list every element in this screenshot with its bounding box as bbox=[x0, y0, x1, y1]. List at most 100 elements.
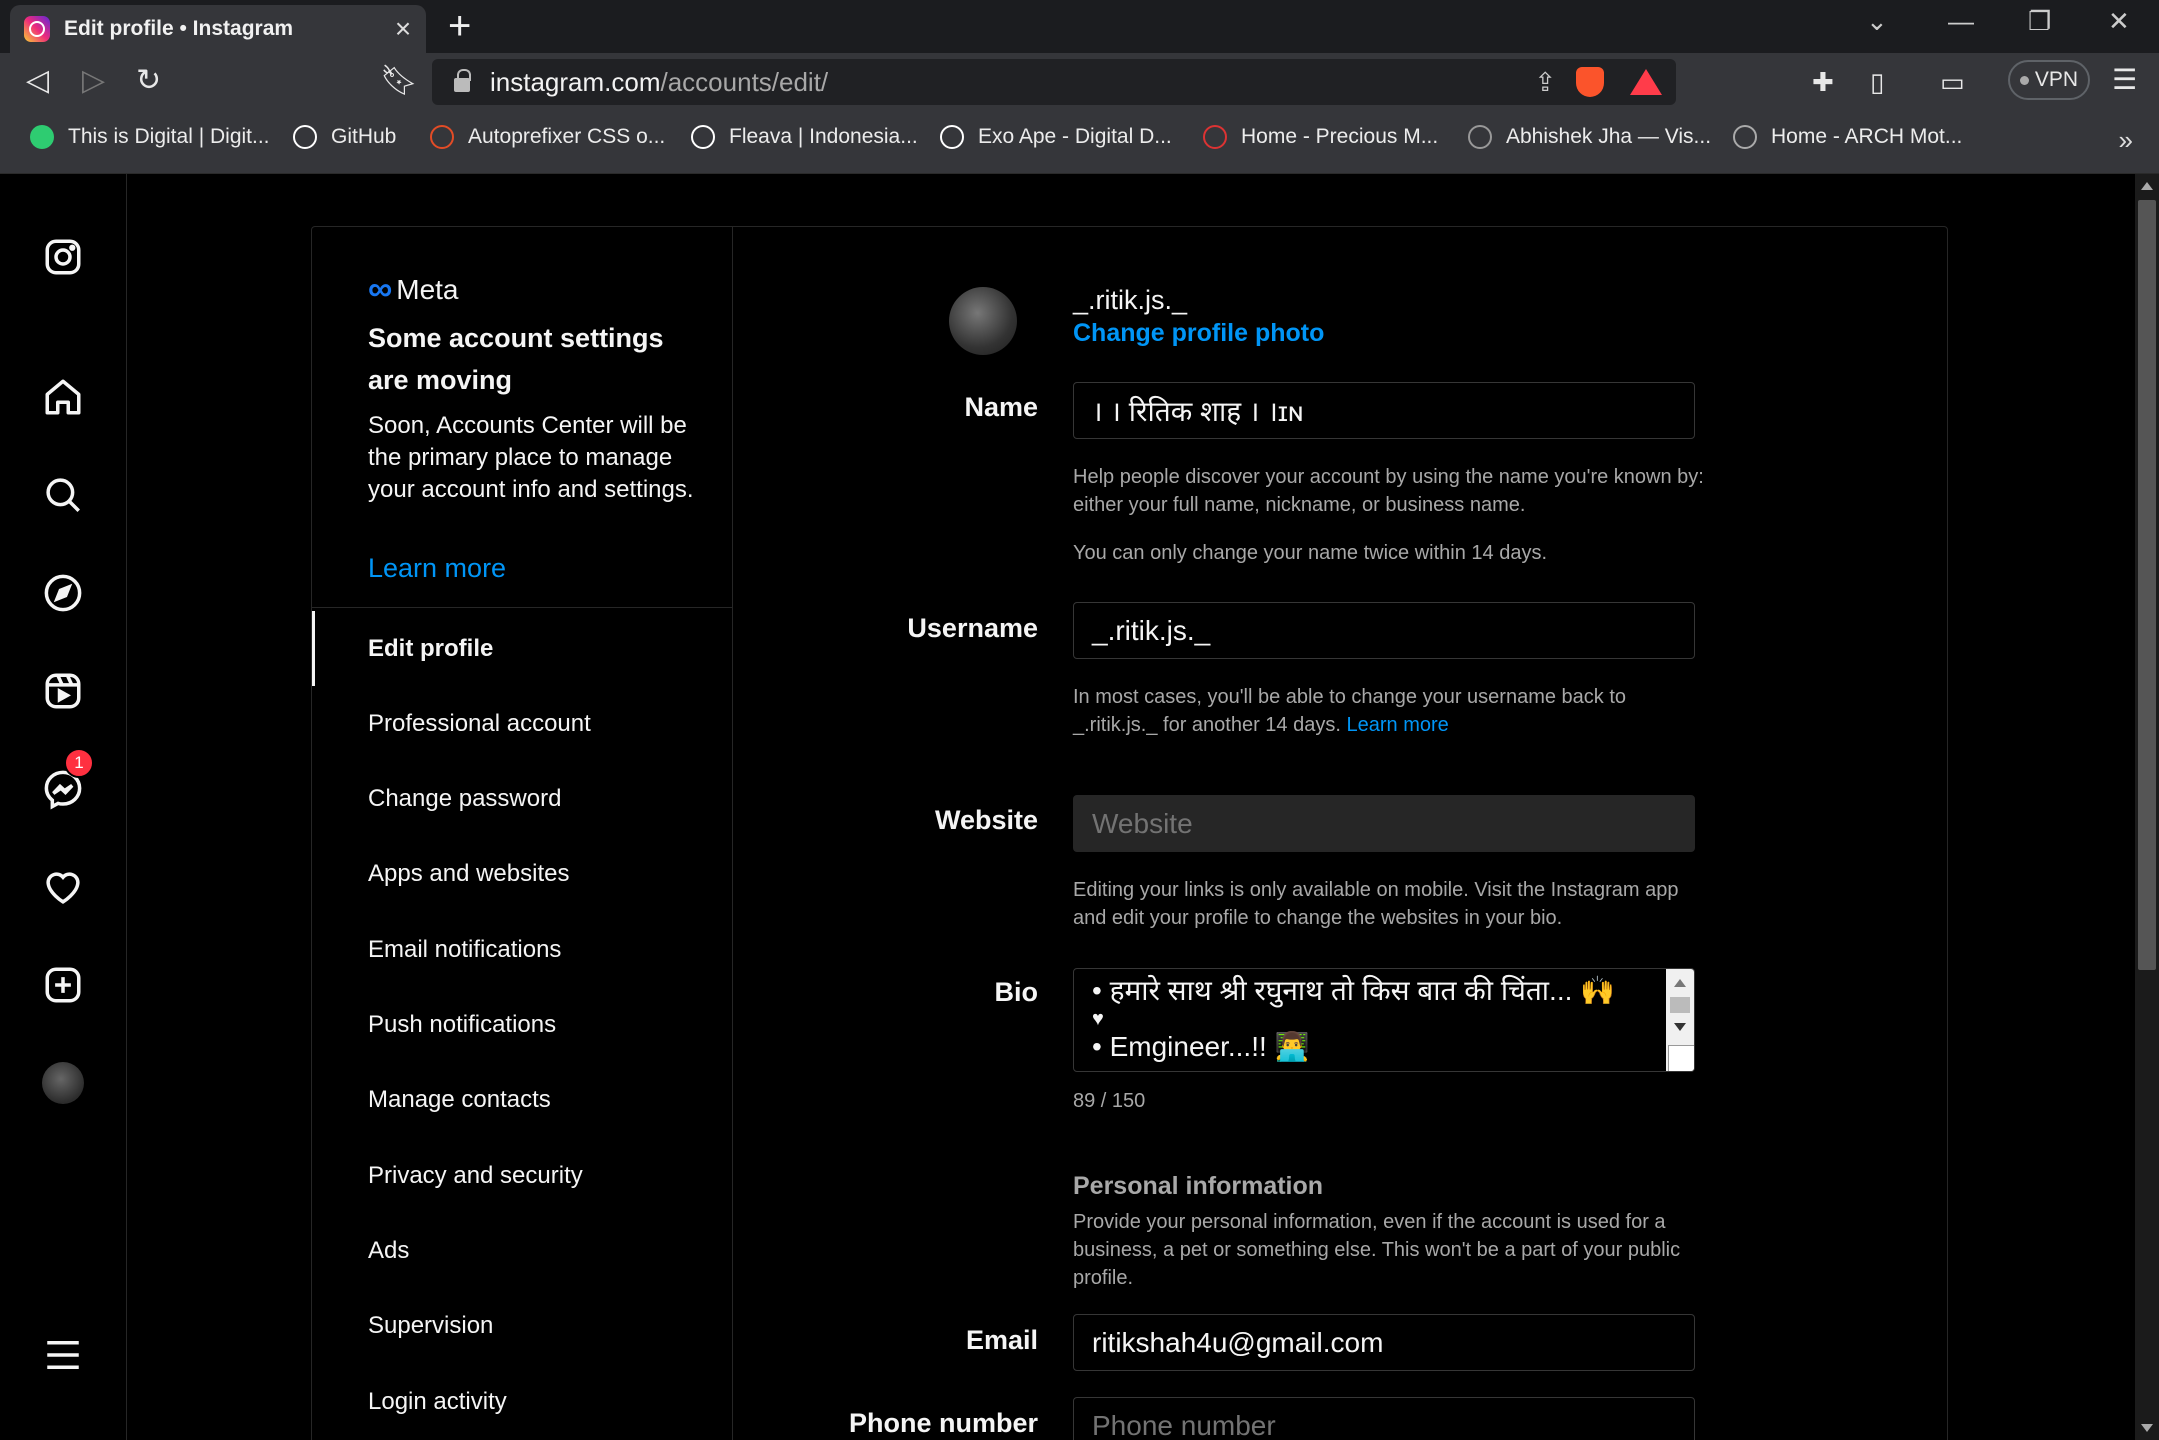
bookmark-icon[interactable]: 🔖︎ bbox=[380, 63, 418, 98]
username-learn-more-link[interactable]: Learn more bbox=[1346, 714, 1448, 736]
settings-card: ∞ Meta Some account settings are moving … bbox=[311, 226, 1948, 1440]
scroll-down-arrow-icon[interactable] bbox=[1674, 1023, 1686, 1031]
sidebar-item-privacy-and-security[interactable]: Privacy and security bbox=[312, 1138, 732, 1213]
instagram-logo-icon[interactable] bbox=[40, 234, 86, 280]
forward-icon[interactable]: ▷ bbox=[82, 63, 105, 98]
sidebar-divider bbox=[312, 607, 732, 608]
window-close-icon[interactable]: ✕ bbox=[2108, 6, 2130, 37]
instagram-favicon-icon bbox=[24, 16, 50, 42]
name-help-text: Help people discover your account by usi… bbox=[1073, 466, 1704, 516]
notifications-heart-icon[interactable] bbox=[40, 864, 86, 910]
page-scroll-thumb[interactable] bbox=[2138, 200, 2156, 970]
bookmark-label: Autoprefixer CSS o... bbox=[468, 125, 666, 148]
bookmark-item[interactable]: Home - Precious M... bbox=[1203, 125, 1438, 149]
personal-information-title: Personal information bbox=[1073, 1172, 1324, 1200]
messenger-icon[interactable]: 1 bbox=[40, 748, 94, 812]
fleava-icon bbox=[691, 125, 715, 149]
reels-icon[interactable] bbox=[40, 668, 86, 714]
search-icon[interactable] bbox=[40, 472, 86, 518]
more-menu-icon[interactable] bbox=[40, 1332, 86, 1378]
personal-information-help: Provide your personal information, even … bbox=[1073, 1211, 1681, 1289]
back-icon[interactable]: ◁ bbox=[26, 63, 49, 98]
scroll-up-arrow-icon[interactable] bbox=[1674, 979, 1686, 987]
bookmark-label: Home - ARCH Mot... bbox=[1771, 125, 1963, 148]
instagram-nav-rail: 1 bbox=[0, 174, 127, 1440]
accounts-center-learn-more-link[interactable]: Learn more bbox=[368, 553, 506, 584]
messages-badge: 1 bbox=[64, 748, 94, 778]
phone-field[interactable] bbox=[1073, 1397, 1695, 1440]
profile-avatar[interactable] bbox=[42, 1062, 84, 1104]
sidebar-item-edit-profile[interactable]: Edit profile bbox=[312, 611, 732, 686]
email-field[interactable]: ritikshah4u@gmail.com bbox=[1073, 1314, 1695, 1371]
meta-infinity-icon: ∞ bbox=[368, 270, 393, 308]
name-label: Name bbox=[964, 392, 1038, 422]
bookmark-item[interactable]: Home - ARCH Mot... bbox=[1733, 125, 1962, 149]
website-label: Website bbox=[934, 805, 1038, 835]
sidebar-item-manage-contacts[interactable]: Manage contacts bbox=[312, 1063, 732, 1138]
home-icon[interactable] bbox=[40, 374, 86, 420]
precious-icon bbox=[1203, 125, 1227, 149]
vpn-status-dot-icon bbox=[2019, 75, 2029, 85]
bookmark-item[interactable]: This is Digital | Digit... bbox=[30, 125, 270, 149]
browser-menu-icon[interactable]: ☰ bbox=[2112, 63, 2137, 96]
sidebar-item-ads[interactable]: Ads bbox=[312, 1213, 732, 1288]
sidebar-toggle-icon[interactable]: ▯ bbox=[1870, 67, 1884, 98]
page-scrollbar[interactable] bbox=[2135, 174, 2159, 1440]
reload-icon[interactable]: ↻ bbox=[136, 63, 161, 98]
bookmarks-bar: This is Digital | Digit... GitHub Autopref… bbox=[0, 111, 2159, 174]
profile-photo[interactable] bbox=[949, 287, 1017, 355]
bookmark-item[interactable]: Exo Ape - Digital D... bbox=[940, 125, 1172, 149]
sidebar-item-change-password[interactable]: Change password bbox=[312, 762, 732, 837]
tab-search-chevron-icon[interactable]: ⌄ bbox=[1866, 6, 1888, 37]
website-help-text: Editing your links is only available on … bbox=[1073, 879, 1679, 929]
bookmarks-overflow-icon[interactable]: » bbox=[2119, 125, 2133, 156]
extensions-icon[interactable]: ✚ bbox=[1812, 67, 1834, 98]
new-tab-icon[interactable]: + bbox=[448, 4, 471, 49]
bookmark-item[interactable]: Fleava | Indonesia... bbox=[691, 125, 918, 149]
wallet-icon[interactable]: ▭ bbox=[1940, 67, 1965, 98]
tab-title: Edit profile • Instagram bbox=[64, 17, 294, 40]
bio-textarea[interactable]: • हमारे साथ श्री रघुनाथ तो किस बात की चि… bbox=[1073, 968, 1695, 1072]
tab-close-icon[interactable]: × bbox=[386, 13, 420, 45]
bookmark-item[interactable]: GitHub bbox=[293, 125, 396, 149]
vpn-button[interactable]: VPN bbox=[2008, 60, 2090, 100]
abhishek-icon bbox=[1468, 125, 1492, 149]
arch-icon bbox=[1733, 125, 1757, 149]
bookmark-item[interactable]: Abhishek Jha — Vis... bbox=[1468, 125, 1711, 149]
sidebar-item-push-notifications[interactable]: Push notifications bbox=[312, 988, 732, 1063]
sidebar-item-professional-account[interactable]: Professional account bbox=[312, 686, 732, 761]
address-bar[interactable]: instagram.com/accounts/edit/ ⇪ bbox=[432, 59, 1676, 105]
meta-logo: ∞ Meta bbox=[368, 270, 459, 309]
create-post-icon[interactable] bbox=[40, 962, 86, 1008]
sidebar-item-email-notifications[interactable]: Email notifications bbox=[312, 912, 732, 987]
settings-sidebar: ∞ Meta Some account settings are moving … bbox=[312, 227, 733, 1440]
page-scroll-down-icon[interactable] bbox=[2141, 1424, 2153, 1432]
bio-line: ♥ bbox=[1092, 1008, 1104, 1030]
accounts-center-body: Soon, Accounts Center will be the primar… bbox=[368, 412, 694, 503]
restore-icon[interactable]: ❐ bbox=[2028, 6, 2051, 37]
bookmark-item[interactable]: Autoprefixer CSS o... bbox=[430, 125, 665, 149]
bio-line: • Emgineer...!! 👨‍💻 bbox=[1092, 1031, 1310, 1062]
change-profile-photo-link[interactable]: Change profile photo bbox=[1073, 319, 1324, 348]
website-field[interactable] bbox=[1073, 795, 1695, 852]
resize-grip-icon[interactable] bbox=[1668, 1045, 1694, 1071]
name-field[interactable]: । । रितिक शाह । ।ɪɴ bbox=[1073, 382, 1695, 439]
explore-compass-icon[interactable] bbox=[40, 570, 86, 616]
sidebar-item-login-activity[interactable]: Login activity bbox=[312, 1364, 732, 1439]
exoape-icon bbox=[940, 125, 964, 149]
share-icon[interactable]: ⇪ bbox=[1534, 67, 1556, 98]
minimize-icon[interactable]: — bbox=[1948, 6, 1974, 37]
username-help-text: In most cases, you'll be able to change … bbox=[1073, 686, 1627, 736]
bio-scrollbar[interactable] bbox=[1666, 969, 1694, 1071]
bookmark-label: This is Digital | Digit... bbox=[68, 125, 270, 148]
scroll-thumb[interactable] bbox=[1670, 997, 1690, 1013]
sidebar-item-apps-and-websites[interactable]: Apps and websites bbox=[312, 837, 732, 912]
sidebar-item-supervision[interactable]: Supervision bbox=[312, 1289, 732, 1364]
brave-rewards-icon[interactable] bbox=[1630, 69, 1662, 95]
browser-tab-active[interactable]: Edit profile • Instagram × bbox=[10, 5, 426, 53]
phone-label: Phone number bbox=[848, 1408, 1038, 1438]
brave-shields-icon[interactable] bbox=[1576, 67, 1604, 97]
username-field[interactable]: _.ritik.js._ bbox=[1073, 602, 1695, 659]
page-scroll-up-icon[interactable] bbox=[2141, 182, 2153, 190]
github-icon bbox=[293, 125, 317, 149]
